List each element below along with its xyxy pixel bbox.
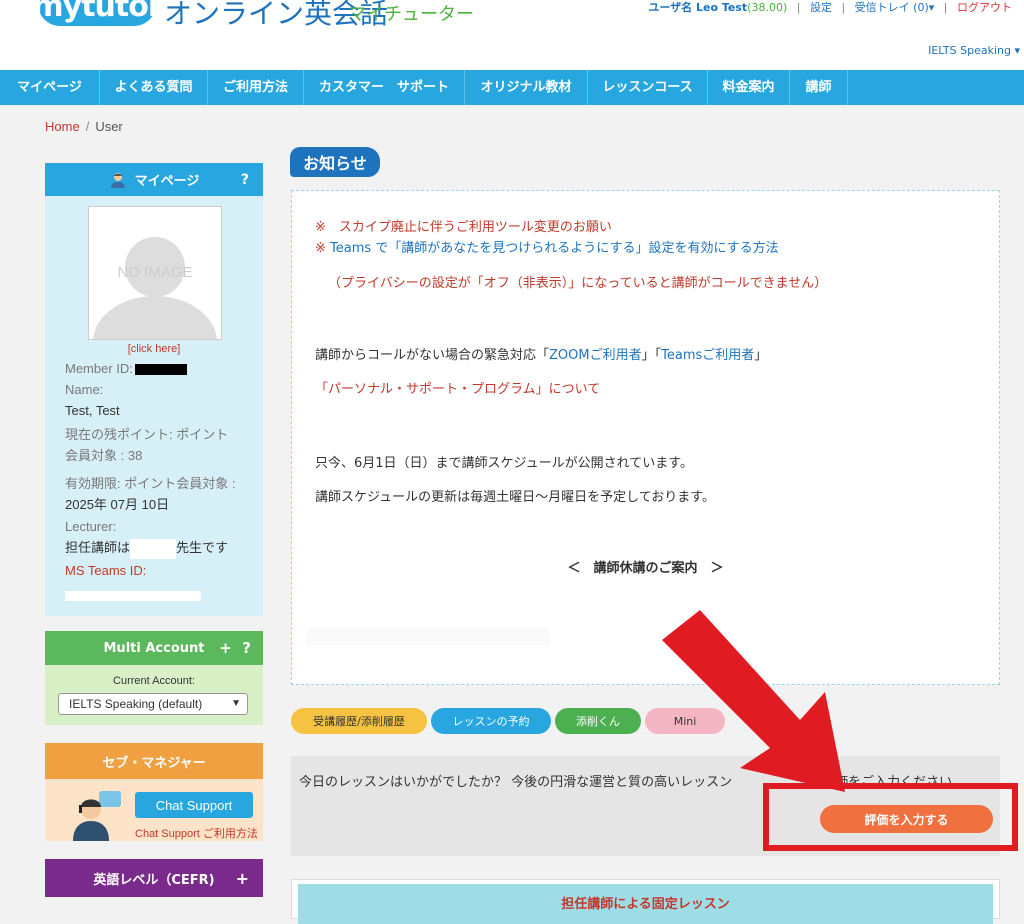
notice-tag: お知らせ — [290, 147, 380, 177]
profile-title: マイページ — [134, 174, 200, 189]
nav-item-mypage[interactable]: マイページ — [0, 70, 100, 105]
annotation-arrow-icon — [662, 610, 845, 792]
separator: | — [796, 1, 801, 14]
separator: | — [943, 1, 948, 14]
plus-icon[interactable]: + — [219, 639, 232, 657]
notice-emergency-post: 」 — [754, 348, 768, 363]
points-value: (38.00) — [747, 1, 788, 14]
chat-support-howto-link[interactable]: Chat Support ご利用方法 — [135, 825, 258, 841]
profile-panel: マイページ ? NO IMAGE [click here] Member ID:… — [45, 163, 263, 616]
multi-account-title: Multi Account — [103, 640, 205, 656]
no-image-label: NO IMAGE — [117, 264, 193, 281]
nav-item-support[interactable]: カスタマー サポート — [304, 70, 465, 105]
nav-item-howto[interactable]: ご利用方法 — [208, 70, 304, 105]
cefr-title: 英語レベル（CEFR) — [93, 872, 215, 888]
course-selector[interactable]: IELTS Speaking ▾ — [928, 44, 1020, 57]
brand-subtitle: マイチューター — [348, 4, 474, 25]
notice-emergency-row: 講師からコールがない場合の緊急対応「ZOOMご利用者」「Teamsご利用者」 — [315, 344, 767, 363]
course-label: IELTS Speaking — [928, 44, 1011, 57]
tutor-leave-notice[interactable]: ＜ 講師休講のご案内 ＞ — [292, 557, 999, 576]
help-icon[interactable]: ? — [241, 172, 249, 188]
zoom-users-link[interactable]: ZOOMご利用者 — [549, 348, 642, 363]
teams-id-label: MS Teams ID: — [65, 563, 147, 578]
notice-teams-link[interactable]: Teams で「講師があなたを見つけられるようにする」設定を有効にする方法 — [330, 241, 779, 256]
chevron-down-icon: ▾ — [928, 1, 935, 14]
multi-account-icons: + ? — [219, 639, 251, 657]
nav-item-pricing[interactable]: 料金案内 — [708, 70, 790, 105]
multi-account-header: Multi Account + ? — [45, 631, 263, 665]
avatar[interactable]: NO IMAGE — [88, 206, 222, 340]
points-value: 会員対象 : 38 — [65, 448, 143, 463]
breadcrumb-separator: / — [85, 119, 90, 134]
name-value: Test, Test — [65, 403, 120, 418]
schedule-published-text: 只今、6月1日（日）まで講師スケジュールが公開されています。 — [315, 456, 693, 471]
name-label: Name: — [65, 382, 104, 397]
redacted-member-id — [134, 364, 187, 376]
site-header: mytutor オンライン英会話 マイチューター ユーザ名 Leo Test(3… — [0, 0, 1024, 70]
points-label: 現在の残ポイント: ポイント — [65, 427, 229, 442]
cefr-header: 英語レベル（CEFR) + — [45, 859, 263, 897]
annotation-highlight-box — [763, 783, 1018, 851]
account-select-value: IELTS Speaking (default) — [69, 697, 203, 711]
notice-mark: ※ — [315, 241, 326, 256]
redacted-teams-id — [65, 591, 201, 601]
expiry-value: 2025年 07月 10日 — [65, 497, 170, 512]
support-agent-icon — [73, 791, 121, 841]
lecturer-suffix: 先生です — [176, 540, 229, 555]
history-button[interactable]: 受講履歴/添削履歴 — [291, 708, 427, 734]
multi-account-panel: Multi Account + ? Current Account: IELTS… — [45, 631, 263, 725]
settings-link[interactable]: 設定 — [810, 1, 832, 14]
main-nav: マイページ よくある質問 ご利用方法 カスタマー サポート オリジナル教材 レッ… — [0, 70, 1024, 105]
lecturer-label: Lecturer: — [65, 519, 117, 534]
member-id-row: Member ID: — [65, 361, 187, 376]
chat-support-button[interactable]: Chat Support — [135, 792, 253, 818]
plus-icon[interactable]: + — [236, 869, 249, 888]
teams-users-link[interactable]: Teamsご利用者 — [661, 348, 754, 363]
redacted-line — [306, 628, 550, 645]
breadcrumb-home[interactable]: Home — [45, 119, 80, 134]
expiry-label: 有効期限: ポイント会員対象 : — [65, 476, 236, 491]
nav-item-faq[interactable]: よくある質問 — [100, 70, 208, 105]
lecturer-prefix: 担任講師は — [65, 540, 131, 555]
user-bar: ユーザ名 Leo Test(38.00) | 設定 | 受信トレイ (0)▾ |… — [648, 0, 1012, 15]
notice-emergency-pre: 講師からコールがない場合の緊急対応「 — [315, 348, 550, 363]
notice-privacy-text: （プライバシーの設定が「オフ（非表示）」になっていると講師がコールできません） — [328, 276, 828, 291]
logout-link[interactable]: ログアウト — [957, 1, 1012, 14]
cefr-panel: 英語レベル（CEFR) + — [45, 859, 263, 897]
chevron-down-icon: ▾ — [1014, 44, 1020, 57]
separator: | — [841, 1, 846, 14]
account-select[interactable]: IELTS Speaking (default) ▼ — [58, 693, 248, 715]
notice-emergency-mid: 」「 — [641, 348, 662, 363]
lecturer-value: 担任講師は 先生です — [65, 537, 228, 559]
fixed-lesson-panel: 担任講師による固定レッスン — [291, 879, 1000, 924]
mytutor-logo[interactable]: mytutor — [32, 0, 163, 26]
schedule-update-text: 講師スケジュールの更新は毎週土曜日〜月曜日を予定しております。 — [315, 490, 716, 505]
username-label: ユーザ名 Leo Test — [648, 1, 748, 14]
personal-support-link[interactable]: 「パーソナル・サポート・プログラム」について — [315, 378, 600, 397]
sebu-manager-header: セブ・マネジャー — [45, 743, 263, 779]
member-id-label: Member ID: — [65, 361, 133, 376]
multi-account-body: Current Account: IELTS Speaking (default… — [45, 665, 263, 725]
fixed-lesson-title: 担任講師による固定レッスン — [298, 884, 993, 924]
breadcrumb-current: User — [95, 119, 123, 134]
chevron-down-icon: ▼ — [231, 698, 241, 709]
notice-skype-link[interactable]: ※ スカイプ廃止に伴うご利用ツール変更のお願い — [315, 216, 612, 235]
breadcrumb: Home / User — [45, 119, 123, 134]
current-account-label: Current Account: — [113, 675, 195, 687]
nav-item-courses[interactable]: レッスンコース — [588, 70, 708, 105]
user-icon — [110, 172, 125, 188]
sebu-manager-panel: セブ・マネジャー Chat Support Chat Support ご利用方法 — [45, 743, 263, 841]
nav-item-materials[interactable]: オリジナル教材 — [465, 70, 588, 105]
notice-teams-row: ※ Teams で「講師があなたを見つけられるようにする」設定を有効にする方法 — [315, 237, 779, 256]
click-here-link[interactable]: [click here] — [45, 343, 263, 355]
inbox-label: 受信トレイ (0) — [854, 1, 929, 14]
inbox-link[interactable]: 受信トレイ (0)▾ — [855, 1, 935, 14]
nav-item-tutors[interactable]: 講師 — [790, 70, 848, 105]
reserve-lesson-button[interactable]: レッスンの予約 — [431, 708, 551, 734]
sebu-manager-body: Chat Support Chat Support ご利用方法 — [45, 779, 263, 841]
profile-header: マイページ ? — [45, 163, 263, 196]
redacted-lecturer — [130, 538, 177, 559]
help-icon[interactable]: ? — [242, 639, 251, 657]
